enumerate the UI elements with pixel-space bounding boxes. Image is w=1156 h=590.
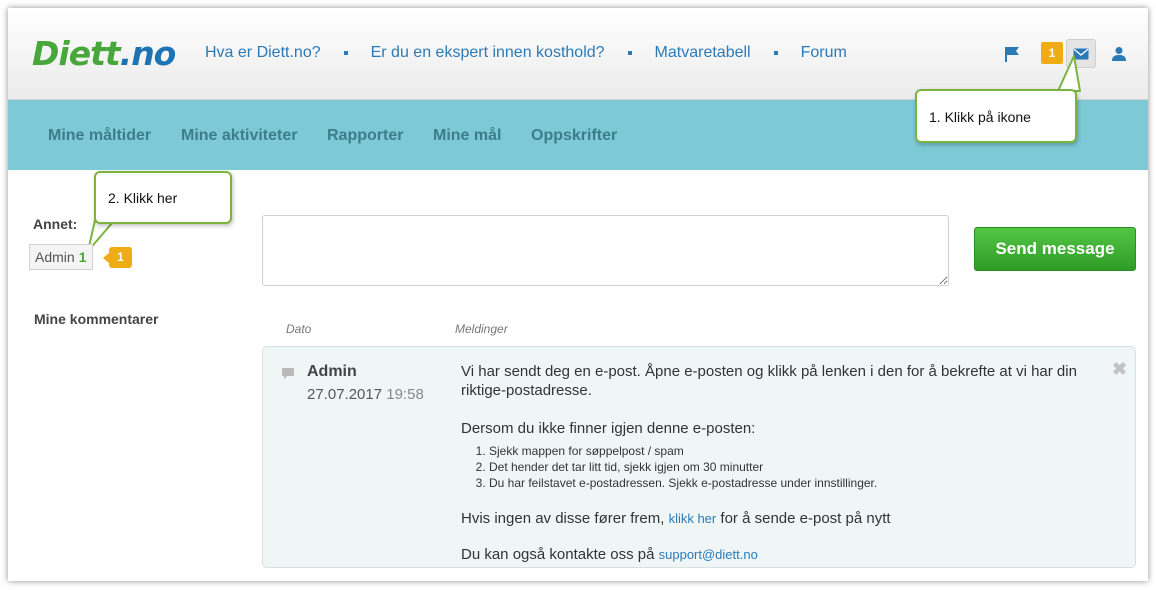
list-item: Det hender det tar litt tid, sjekk igjen… <box>489 459 1101 475</box>
message-paragraph: Du kan også kontakte oss på support@diet… <box>461 545 1101 564</box>
message-paragraph: Vi har sendt deg en e-post. Åpne e-poste… <box>461 363 1077 399</box>
troubleshooting-list: Sjekk mappen for søppelpost / spam Det h… <box>489 443 1101 491</box>
site-header: Diett.no Hva er Diett.no? Er du en ekspe… <box>8 8 1148 100</box>
resend-text-after: for å sende e-post på nytt <box>716 510 891 527</box>
nav-link-expert[interactable]: Er du en ekspert innen kosthold? <box>371 44 605 62</box>
nav-separator <box>773 51 778 55</box>
nav-link-food-table[interactable]: Matvaretabell <box>655 44 751 62</box>
logo-dot: . <box>119 34 133 73</box>
comment-icon <box>282 368 294 379</box>
message-paragraph: Dersom du ikke finner igjen denne e-post… <box>461 420 756 437</box>
subnav-my-meals[interactable]: Mine måltider <box>48 127 151 145</box>
user-icon[interactable] <box>1111 46 1127 62</box>
message-body: Vi har sendt deg en e-post. Åpne e-poste… <box>461 362 1101 564</box>
browser-frame: Diett.no Hva er Diett.no? Er du en ekspe… <box>8 8 1148 581</box>
nav-link-about[interactable]: Hva er Diett.no? <box>205 44 321 62</box>
message-card: Admin 27.07.2017 19:58 ✖ Vi har sendt de… <box>262 346 1136 568</box>
callout-step-two: 2. Klikk her <box>94 171 232 224</box>
top-navigation: Hva er Diett.no? Er du en ekspert innen … <box>205 44 847 62</box>
admin-chip-label: Admin <box>35 249 75 265</box>
callout-pointer <box>1057 55 1081 92</box>
column-header-messages: Meldinger <box>455 322 508 336</box>
resend-text-before: Hvis ingen av disse fører frem, <box>461 510 669 527</box>
message-time: 19:58 <box>386 386 424 403</box>
admin-chip-count: 1 <box>78 249 87 265</box>
message-timestamp: 27.07.2017 19:58 <box>307 386 424 403</box>
my-comments-label: Mine kommentarer <box>34 311 159 327</box>
message-date: 27.07.2017 <box>307 386 383 403</box>
admin-unread-badge: 1 <box>103 247 132 268</box>
admin-conversation-chip[interactable]: Admin 1 <box>29 244 93 270</box>
message-paragraph: Hvis ingen av disse fører frem, klikk he… <box>461 509 1101 528</box>
message-sender: Admin <box>307 363 357 380</box>
resend-email-link[interactable]: klikk her <box>669 511 717 526</box>
site-logo[interactable]: Diett.no <box>32 34 176 73</box>
logo-tld: no <box>131 34 176 73</box>
message-input[interactable] <box>262 215 949 286</box>
column-header-date: Dato <box>286 322 312 336</box>
list-item: Sjekk mappen for søppelpost / spam <box>489 443 1101 459</box>
nav-link-forum[interactable]: Forum <box>801 44 847 62</box>
support-email-link[interactable]: support@diett.no <box>659 547 758 562</box>
list-item: Du har feilstavet e-postadressen. Sjekk … <box>489 475 1101 491</box>
logo-main: Diett <box>32 34 121 73</box>
callout-step-one: 1. Klikk på ikone <box>915 89 1077 143</box>
subnav-recipes[interactable]: Oppskrifter <box>531 127 617 145</box>
nav-separator <box>343 51 348 55</box>
contact-text: Du kan også kontakte oss på <box>461 546 659 563</box>
send-message-button[interactable]: Send message <box>974 227 1136 271</box>
close-icon[interactable]: ✖ <box>1112 359 1127 380</box>
subnav-my-goals[interactable]: Mine mål <box>433 127 501 145</box>
subnav-reports[interactable]: Rapporter <box>327 127 403 145</box>
other-section-label: Annet: <box>33 216 78 232</box>
nav-separator <box>627 51 632 55</box>
flag-icon[interactable] <box>1004 46 1020 62</box>
subnav-my-activities[interactable]: Mine aktiviteter <box>181 127 297 145</box>
